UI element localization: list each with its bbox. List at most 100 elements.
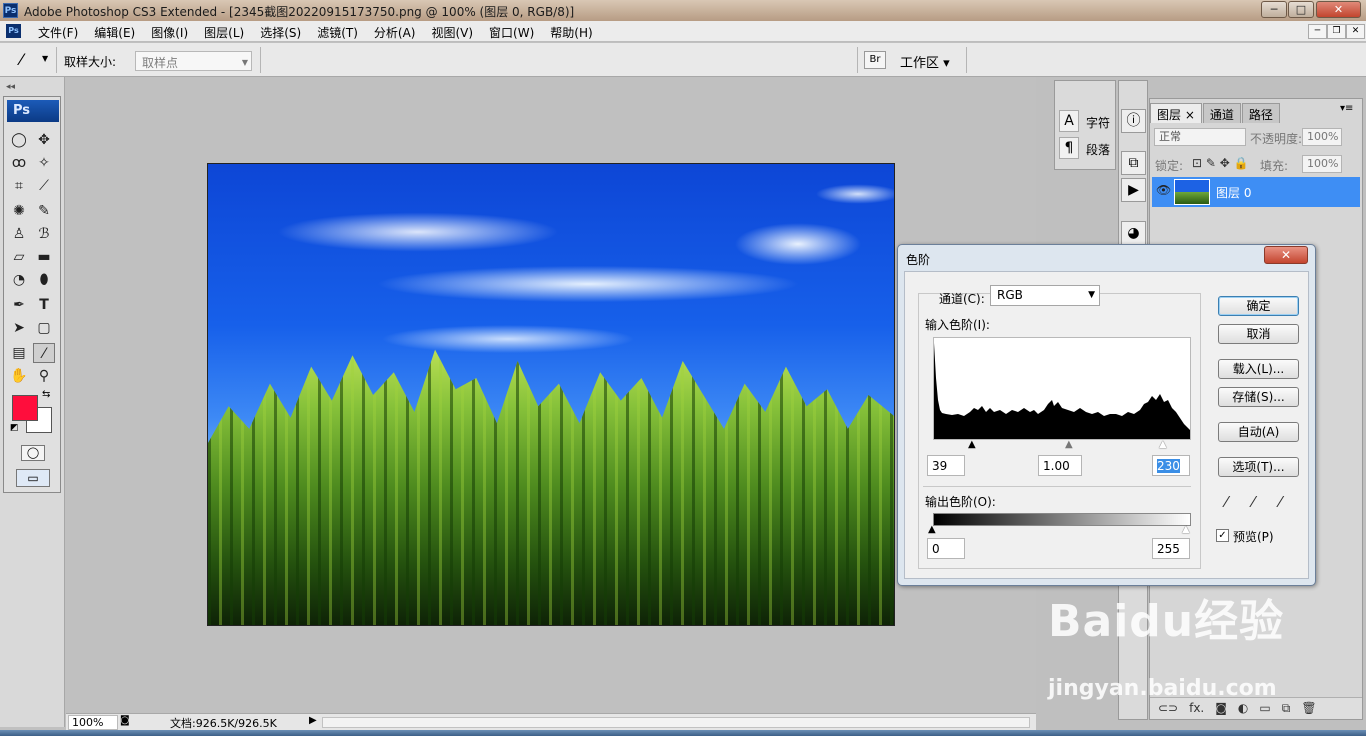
trash-icon[interactable]: 🗑 bbox=[1301, 701, 1316, 719]
path-selection-tool-icon[interactable]: ➤ bbox=[8, 318, 30, 338]
brush-tool-icon[interactable]: ✎ bbox=[33, 201, 55, 221]
tool-preset-arrow-icon[interactable]: ▼ bbox=[42, 54, 48, 63]
menu-help[interactable]: 帮助(H) bbox=[542, 24, 600, 41]
channel-select[interactable]: RGB ▼ bbox=[990, 285, 1100, 306]
sample-size-select[interactable]: 取样点 ▼ bbox=[135, 51, 252, 71]
lasso-tool-icon[interactable]: ꝏ bbox=[8, 153, 30, 173]
output-white-slider[interactable]: ▲ bbox=[1182, 525, 1190, 535]
doc-restore-button[interactable]: ❐ bbox=[1327, 24, 1346, 39]
gradient-tool-icon[interactable]: ▬ bbox=[33, 247, 55, 267]
output-levels-label: 输出色阶(O): bbox=[925, 495, 996, 509]
move-tool-icon[interactable]: ✥ bbox=[33, 130, 55, 150]
history-icon[interactable]: ⧉ bbox=[1121, 151, 1146, 175]
pen-tool-icon[interactable]: ✒ bbox=[8, 295, 30, 315]
workspace-button[interactable]: 工作区 ▾ bbox=[900, 52, 950, 71]
menu-image[interactable]: 图像(I) bbox=[143, 24, 196, 41]
load-button[interactable]: 载入(L)... bbox=[1218, 359, 1299, 379]
menu-window[interactable]: 窗口(W) bbox=[481, 24, 542, 41]
doc-minimize-button[interactable]: ─ bbox=[1308, 24, 1327, 39]
tab-channels[interactable]: 通道 bbox=[1202, 103, 1241, 123]
quick-mask-icon[interactable]: ◯ bbox=[21, 445, 45, 461]
fill-field[interactable]: 100% bbox=[1302, 155, 1342, 173]
dodge-tool-icon[interactable]: ⬮ bbox=[33, 270, 55, 290]
status-menu-icon[interactable]: ◙ bbox=[120, 715, 130, 726]
gray-eyedropper-icon[interactable]: ⁄ bbox=[1252, 493, 1255, 511]
ok-button[interactable]: 确定 bbox=[1218, 296, 1299, 316]
swatches-icon[interactable]: ◕ bbox=[1121, 221, 1146, 245]
panel-menu-icon[interactable]: ▾≡ bbox=[1340, 103, 1353, 114]
layer-name[interactable]: 图层 0 bbox=[1216, 184, 1251, 201]
blur-tool-icon[interactable]: ◔ bbox=[8, 270, 30, 290]
menu-file[interactable]: 文件(F) bbox=[30, 24, 86, 41]
tab-layers[interactable]: 图层 × bbox=[1150, 103, 1202, 123]
shape-tool-icon[interactable]: ▢ bbox=[33, 318, 55, 338]
info-icon[interactable]: ⓘ bbox=[1121, 109, 1146, 133]
input-gamma-slider[interactable]: ▲ bbox=[1065, 440, 1073, 450]
input-black-slider[interactable]: ▲ bbox=[968, 440, 976, 450]
marquee-tool-icon[interactable]: ◯ bbox=[8, 130, 30, 150]
bridge-icon[interactable]: Br bbox=[864, 51, 886, 69]
tab-paths[interactable]: 路径 bbox=[1241, 103, 1280, 123]
input-gamma-field[interactable]: 1.00 bbox=[1038, 455, 1082, 476]
layer-row[interactable]: 👁 图层 0 bbox=[1152, 177, 1360, 207]
auto-button[interactable]: 自动(A) bbox=[1218, 422, 1299, 442]
collapse-arrows-icon[interactable]: ◂◂ bbox=[6, 82, 15, 92]
input-white-field[interactable]: 230 bbox=[1152, 455, 1190, 476]
preview-checkbox[interactable]: ✓ bbox=[1216, 529, 1229, 542]
output-white-field[interactable]: 255 bbox=[1152, 538, 1190, 559]
opacity-field[interactable]: 100% bbox=[1302, 128, 1342, 146]
close-button[interactable]: ✕ bbox=[1316, 1, 1361, 18]
menu-layer[interactable]: 图层(L) bbox=[196, 24, 252, 41]
crop-tool-icon[interactable]: ⌗ bbox=[8, 176, 30, 196]
type-tool-icon[interactable]: T bbox=[33, 295, 55, 315]
white-eyedropper-icon[interactable]: ⁄ bbox=[1279, 493, 1282, 511]
lock-label: 锁定: bbox=[1155, 159, 1184, 173]
blend-mode-select[interactable]: 正常 bbox=[1154, 128, 1246, 146]
history-brush-tool-icon[interactable]: ℬ bbox=[33, 224, 55, 244]
save-button[interactable]: 存储(S)... bbox=[1218, 387, 1299, 407]
slice-tool-icon[interactable]: ⟋ bbox=[33, 176, 55, 196]
output-black-slider[interactable]: ▲ bbox=[928, 525, 936, 535]
notes-tool-icon[interactable]: ▤ bbox=[8, 343, 30, 363]
menu-bar: Ps 文件(F) 编辑(E) 图像(I) 图层(L) 选择(S) 滤镜(T) 分… bbox=[0, 21, 1366, 42]
zoom-tool-icon[interactable]: ⚲ bbox=[33, 366, 55, 386]
clone-stamp-tool-icon[interactable]: ♙ bbox=[8, 224, 30, 244]
paragraph-icon[interactable]: ¶ bbox=[1059, 137, 1079, 159]
paragraph-label[interactable]: 段落 bbox=[1086, 141, 1110, 158]
eraser-tool-icon[interactable]: ▱ bbox=[8, 247, 30, 267]
foreground-color-swatch[interactable] bbox=[12, 395, 38, 421]
options-button[interactable]: 选项(T)... bbox=[1218, 457, 1299, 477]
eye-icon[interactable]: 👁 bbox=[1156, 183, 1171, 197]
screen-mode-icon[interactable]: ▭ bbox=[16, 469, 50, 487]
lock-icons[interactable]: ⊡ ✎ ✥ 🔒 bbox=[1192, 156, 1249, 170]
actions-icon[interactable]: ▶ bbox=[1121, 178, 1146, 202]
eyedropper-icon[interactable]: ⁄ bbox=[20, 50, 23, 69]
hand-tool-icon[interactable]: ✋ bbox=[8, 366, 30, 386]
default-colors-icon[interactable]: ◩ bbox=[10, 423, 19, 433]
input-black-field[interactable]: 39 bbox=[927, 455, 965, 476]
doc-close-button[interactable]: ✕ bbox=[1346, 24, 1365, 39]
menu-analysis[interactable]: 分析(A) bbox=[366, 24, 424, 41]
maximize-button[interactable]: □ bbox=[1288, 1, 1314, 18]
minimize-button[interactable]: ─ bbox=[1261, 1, 1287, 18]
menu-edit[interactable]: 编辑(E) bbox=[86, 24, 143, 41]
magic-wand-tool-icon[interactable]: ✧ bbox=[33, 153, 55, 173]
eyedropper-tool-icon[interactable]: ⁄ bbox=[33, 343, 55, 363]
menu-view[interactable]: 视图(V) bbox=[423, 24, 481, 41]
swap-colors-icon[interactable]: ⇆ bbox=[42, 389, 50, 400]
character-icon[interactable]: A bbox=[1059, 110, 1079, 132]
horizontal-scrollbar[interactable] bbox=[322, 717, 1030, 728]
app-menu-icon[interactable]: Ps bbox=[6, 24, 21, 38]
menu-select[interactable]: 选择(S) bbox=[252, 24, 309, 41]
menu-filter[interactable]: 滤镜(T) bbox=[309, 24, 366, 41]
healing-brush-tool-icon[interactable]: ✺ bbox=[8, 201, 30, 221]
input-white-slider[interactable]: ▲ bbox=[1159, 440, 1167, 450]
dialog-close-button[interactable]: ✕ bbox=[1264, 246, 1308, 264]
zoom-level[interactable]: 100% bbox=[68, 715, 118, 730]
document-image[interactable] bbox=[207, 163, 895, 626]
status-arrow-icon[interactable]: ▶ bbox=[309, 715, 317, 726]
cancel-button[interactable]: 取消 bbox=[1218, 324, 1299, 344]
character-label[interactable]: 字符 bbox=[1086, 114, 1110, 131]
output-black-field[interactable]: 0 bbox=[927, 538, 965, 559]
black-eyedropper-icon[interactable]: ⁄ bbox=[1225, 493, 1228, 511]
